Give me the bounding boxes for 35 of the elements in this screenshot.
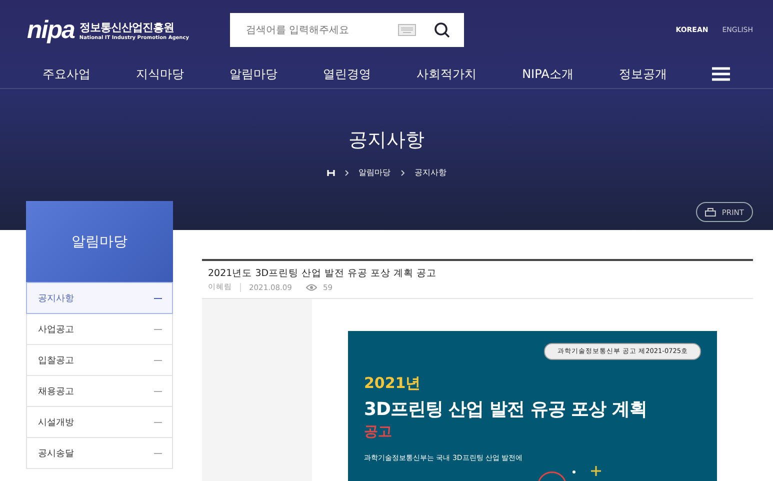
- nav-link[interactable]: 지식마당: [136, 66, 184, 82]
- sparkle-drawing: [538, 465, 602, 481]
- nav-link[interactable]: 알림마당: [230, 66, 278, 82]
- search-field[interactable]: 검색어를 입력해주세요: [230, 13, 464, 47]
- dash-icon: [154, 390, 162, 392]
- eye-icon: [306, 284, 317, 290]
- logo-mark[interactable]: nipa: [27, 16, 74, 44]
- page-title: 공지사항: [348, 128, 424, 153]
- sidebar-title: 알림마당: [72, 232, 128, 250]
- poster-subhead: 공고: [364, 423, 393, 441]
- post-title: 2021년도 3D프린팅 산업 발전 유공 포상 계획 공고: [208, 267, 438, 280]
- sidebar-item[interactable]: 시설개방: [26, 407, 173, 438]
- poster-headline: 3D프린팅 산업 발전 유공 포상 계획: [364, 398, 648, 421]
- sidebar-item[interactable]: 공시송달: [26, 438, 173, 469]
- logo-name: 정보통신산업진흥원: [79, 20, 175, 34]
- breadcrumb-link[interactable]: 공지사항: [414, 167, 446, 178]
- nav-link[interactable]: NIPA소개: [522, 66, 574, 82]
- nav-link[interactable]: 정보공개: [618, 66, 667, 82]
- sidebar-item[interactable]: 입찰공고: [26, 345, 173, 376]
- nav-link[interactable]: 열린경영: [323, 66, 372, 82]
- sidebar-item[interactable]: 공지사항: [26, 282, 173, 314]
- dash-icon: [154, 452, 162, 454]
- printer-icon: [705, 208, 716, 216]
- poster-year: 2021년: [364, 374, 422, 393]
- breadcrumb-link[interactable]: 알림마당: [358, 167, 390, 178]
- sidebar-item[interactable]: 사업공고: [26, 314, 173, 345]
- nav-link[interactable]: 사회적가치: [416, 66, 477, 82]
- sidebar-item[interactable]: 채용공고: [26, 376, 173, 407]
- chevron-icon: [344, 170, 348, 176]
- chevron-icon: [400, 170, 404, 176]
- menu-icon[interactable]: [712, 67, 730, 81]
- nav-link[interactable]: 주요사업: [42, 66, 91, 82]
- home-icon[interactable]: [326, 168, 334, 176]
- search-icon[interactable]: [434, 22, 450, 38]
- dash-icon: [154, 328, 162, 330]
